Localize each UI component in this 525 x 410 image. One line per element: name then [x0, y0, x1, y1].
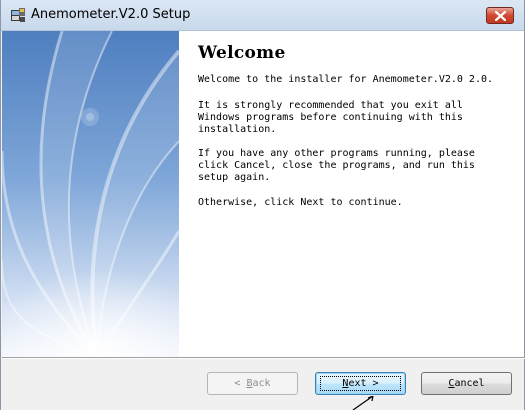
- cancel-button[interactable]: Cancel: [421, 372, 512, 395]
- focus-rectangle: [320, 376, 401, 391]
- next-button[interactable]: Next >: [315, 372, 406, 395]
- installer-app-icon: [11, 8, 25, 22]
- cancel-instructions-text: If you have any other programs running, …: [198, 148, 475, 183]
- continue-instructions-text: Otherwise, click Next to continue.: [198, 197, 403, 208]
- back-button-label: ack: [252, 378, 271, 389]
- window-title: Anemometer.V2.0 Setup: [31, 7, 191, 22]
- close-button[interactable]: [486, 7, 514, 24]
- setup-window: Anemometer.V2.0 Setup Welcome Welcome to…: [0, 0, 525, 410]
- back-button[interactable]: < Back: [207, 372, 298, 395]
- wizard-banner-image: [2, 31, 179, 357]
- back-button-prefix: <: [234, 378, 247, 389]
- intro-text: Welcome to the installer for Anemometer.…: [198, 74, 494, 85]
- exit-programs-text: It is strongly recommended that you exit…: [198, 100, 463, 135]
- close-icon: [495, 11, 506, 21]
- page-title: Welcome: [198, 43, 286, 63]
- mouse-pointer-icon: [352, 396, 374, 410]
- title-bar[interactable]: Anemometer.V2.0 Setup: [1, 0, 524, 31]
- cancel-button-label: ancel: [454, 378, 485, 389]
- welcome-panel: Welcome Welcome to the installer for Ane…: [179, 31, 524, 357]
- footer-divider-highlight: [2, 358, 525, 359]
